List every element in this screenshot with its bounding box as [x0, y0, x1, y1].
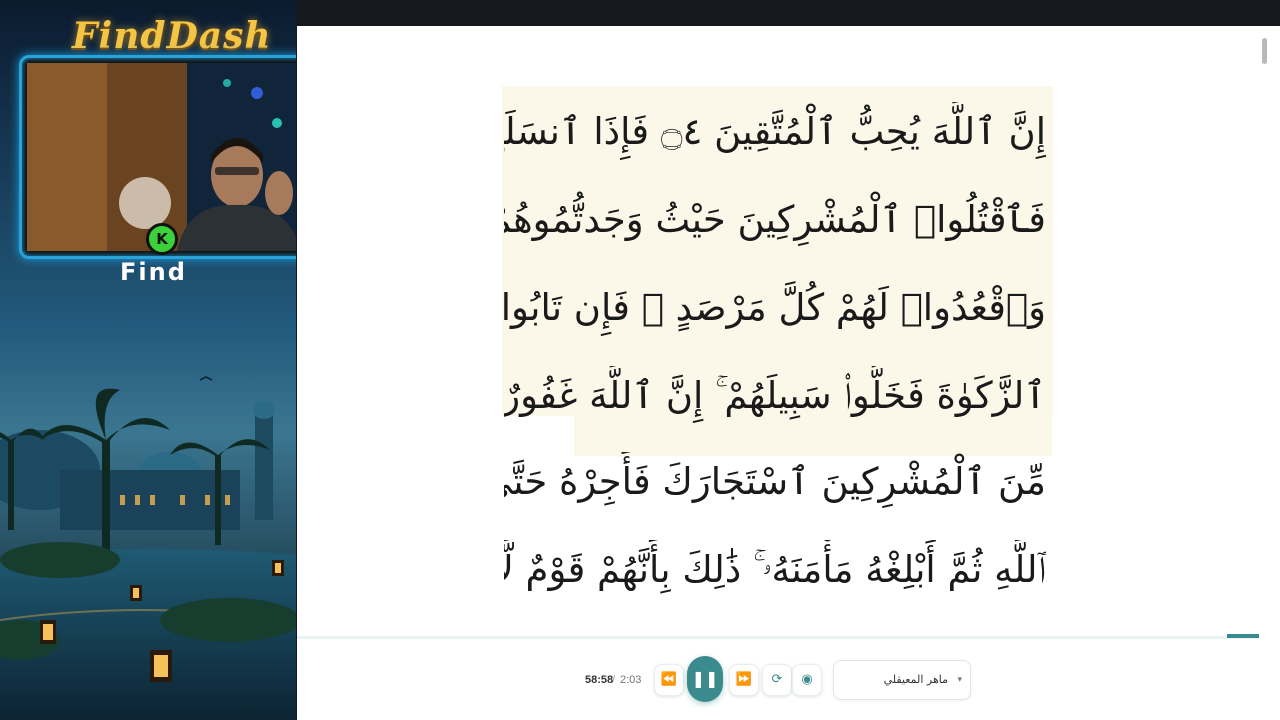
time-total: 58:58: [585, 674, 614, 686]
reciter-select[interactable]: ماهر المعيقلي ▾: [833, 660, 971, 700]
pause-icon: ❚❚: [691, 669, 719, 688]
mushaf-page: إِنَّ ٱللَّهَ يُحِبُّ ٱلْمُتَّقِينَ ۝٤ ف…: [500, 40, 1055, 630]
page-divider: [297, 636, 1260, 639]
stream-overlay-panel: FindDash K Find: [0, 0, 296, 720]
skip-forward-icon: ⏩: [735, 672, 753, 687]
audio-progress-fill: [1227, 634, 1259, 638]
reciter-name: ماهر المعيقلي: [883, 673, 948, 686]
ayah-line[interactable]: ٱلزَّكَوٰةَ فَخَلُّوا۟ سَبِيلَهُمْ ۚ إِن…: [504, 366, 1046, 426]
repeat-icon: ⟳: [771, 672, 783, 687]
time-separator: /: [612, 674, 616, 686]
stream-logo: FindDash: [72, 15, 272, 57]
previous-ayah-button[interactable]: ⏪: [654, 664, 684, 696]
skip-back-icon: ⏪: [660, 672, 678, 687]
scrollbar-thumb[interactable]: [1262, 38, 1267, 64]
ayah-line[interactable]: ٱللَّهِ ثُمَّ أَبْلِغْهُ مَأْمَنَهُۥ ۚ ذ…: [504, 540, 1046, 600]
next-ayah-button[interactable]: ⏩: [729, 664, 759, 696]
repeat-button[interactable]: ⟳: [762, 664, 792, 696]
play-pause-button[interactable]: ❚❚: [687, 656, 723, 702]
vertical-scrollbar[interactable]: [1260, 38, 1269, 638]
browser-top-strip: [296, 0, 1280, 26]
ayah-line[interactable]: وَٱقْعُدُوا۟ لَهُمْ كُلَّ مَرْصَدٍ ۚ فَإ…: [504, 278, 1046, 338]
ayah-line[interactable]: فَٱقْتُلُوا۟ ٱلْمُشْرِكِينَ حَيْثُ وَجَد…: [504, 190, 1046, 250]
page-right-gutter: [1270, 26, 1280, 720]
time-current: 2:03: [620, 674, 642, 686]
channel-badge: K: [146, 223, 178, 255]
streamer-name: Find: [120, 258, 187, 286]
ayah-line[interactable]: إِنَّ ٱللَّهَ يُحِبُّ ٱلْمُتَّقِينَ ۝٤ ف…: [504, 102, 1046, 162]
settings-icon: ◉: [801, 672, 813, 687]
ayah-line[interactable]: مِّنَ ٱلْمُشْرِكِينَ ٱسْتَجَارَكَ فَأَجِ…: [504, 452, 1046, 512]
chevron-down-icon: ▾: [957, 675, 962, 685]
settings-button[interactable]: ◉: [792, 664, 822, 696]
